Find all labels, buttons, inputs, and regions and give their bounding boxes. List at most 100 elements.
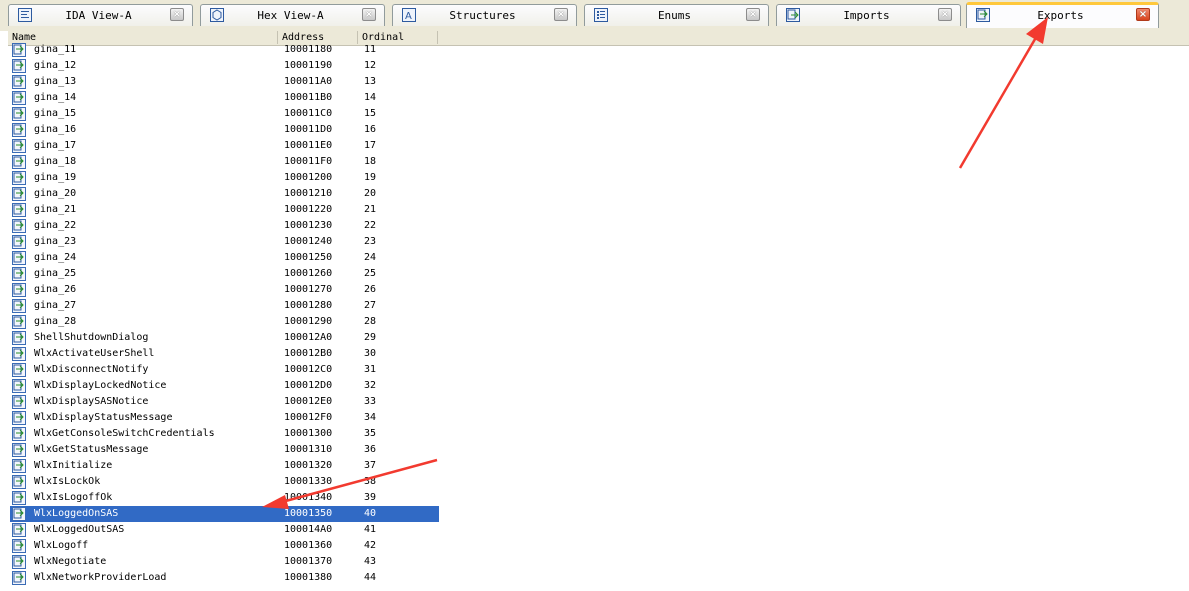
export-entry-icon — [12, 427, 26, 441]
table-row[interactable]: gina_12 10001190 12 — [10, 58, 439, 74]
export-name: WlxLogoff — [34, 540, 89, 551]
table-row[interactable]: gina_14 100011B0 14 — [10, 90, 439, 106]
export-entry-icon — [12, 539, 26, 553]
table-row[interactable]: gina_17 100011E0 17 — [10, 138, 439, 154]
close-icon[interactable]: × — [554, 8, 568, 21]
export-entry-icon — [12, 299, 26, 313]
export-address: 10001280 — [284, 300, 333, 311]
tab-imports[interactable]: Imports × — [776, 4, 961, 26]
table-row[interactable]: gina_21 10001220 21 — [10, 202, 439, 218]
table-row[interactable]: gina_28 10001290 28 — [10, 314, 439, 330]
table-row[interactable]: gina_22 10001230 22 — [10, 218, 439, 234]
table-row[interactable]: gina_25 10001260 25 — [10, 266, 439, 282]
export-ordinal: 33 — [364, 396, 377, 407]
close-icon[interactable]: × — [746, 8, 760, 21]
table-row[interactable]: WlxIsLogoffOk 10001340 39 — [10, 490, 439, 506]
export-entry-icon — [12, 411, 26, 425]
close-icon[interactable]: × — [362, 8, 376, 21]
export-ordinal: 24 — [364, 252, 377, 263]
close-icon[interactable]: × — [170, 8, 184, 21]
table-row-selected[interactable]: WlxLoggedOnSAS 10001350 40 — [10, 506, 439, 522]
export-ordinal: 21 — [364, 204, 377, 215]
export-name: WlxDisconnectNotify — [34, 364, 149, 375]
export-entry-icon — [12, 331, 26, 345]
export-address: 100011D0 — [284, 124, 333, 135]
export-ordinal: 13 — [364, 76, 377, 87]
export-address: 10001190 — [284, 60, 333, 71]
export-address: 10001380 — [284, 572, 333, 583]
export-entry-icon — [12, 347, 26, 361]
export-ordinal: 39 — [364, 492, 377, 503]
table-row[interactable]: gina_20 10001210 20 — [10, 186, 439, 202]
tab-exports[interactable]: Exports × — [966, 2, 1159, 28]
table-row[interactable]: WlxDisconnectNotify 100012C0 31 — [10, 362, 439, 378]
table-row[interactable]: gina_15 100011C0 15 — [10, 106, 439, 122]
table-row[interactable]: gina_27 10001280 27 — [10, 298, 439, 314]
export-name: gina_17 — [34, 140, 77, 151]
export-entry-icon — [12, 107, 26, 121]
table-row[interactable]: WlxNegotiate 10001370 43 — [10, 554, 439, 570]
close-icon[interactable]: × — [1136, 8, 1150, 21]
enums-icon — [594, 8, 608, 22]
export-entry-icon — [12, 283, 26, 297]
export-name: gina_11 — [34, 44, 77, 55]
table-row[interactable]: gina_24 10001250 24 — [10, 250, 439, 266]
export-name: gina_24 — [34, 252, 77, 263]
export-ordinal: 37 — [364, 460, 377, 471]
export-name: gina_13 — [34, 76, 77, 87]
table-row[interactable]: gina_11 10001180 11 — [10, 42, 439, 58]
table-row[interactable]: gina_26 10001270 26 — [10, 282, 439, 298]
close-icon[interactable]: × — [938, 8, 952, 21]
table-row[interactable]: WlxIsLockOk 10001330 38 — [10, 474, 439, 490]
export-name: WlxNetworkProviderLoad — [34, 572, 167, 583]
export-name: gina_20 — [34, 188, 77, 199]
export-ordinal: 29 — [364, 332, 377, 343]
export-ordinal: 20 — [364, 188, 377, 199]
export-address: 10001240 — [284, 236, 333, 247]
export-ordinal: 19 — [364, 172, 377, 183]
table-row[interactable]: WlxNetworkProviderLoad 10001380 44 — [10, 570, 439, 586]
export-ordinal: 44 — [364, 572, 377, 583]
table-row[interactable]: gina_19 10001200 19 — [10, 170, 439, 186]
table-row[interactable]: ShellShutdownDialog 100012A0 29 — [10, 330, 439, 346]
tab-bar: IDA View-A × Hex View-A × A Structures ×… — [0, 0, 1189, 32]
export-address: 10001270 — [284, 284, 333, 295]
table-row[interactable]: WlxLogoff 10001360 42 — [10, 538, 439, 554]
export-ordinal: 41 — [364, 524, 377, 535]
export-name: gina_22 — [34, 220, 77, 231]
export-entry-icon — [12, 571, 26, 585]
export-ordinal: 40 — [364, 508, 377, 519]
table-row[interactable]: WlxDisplayStatusMessage 100012F0 34 — [10, 410, 439, 426]
table-row[interactable]: gina_23 10001240 23 — [10, 234, 439, 250]
table-row[interactable]: WlxLoggedOutSAS 100014A0 41 — [10, 522, 439, 538]
tab-ida-view-a[interactable]: IDA View-A × — [8, 4, 193, 26]
table-row[interactable]: WlxActivateUserShell 100012B0 30 — [10, 346, 439, 362]
tab-enums[interactable]: Enums × — [584, 4, 769, 26]
table-row[interactable]: WlxGetConsoleSwitchCredentials 10001300 35 — [10, 426, 439, 442]
table-row[interactable]: WlxInitialize 10001320 37 — [10, 458, 439, 474]
table-row[interactable]: gina_16 100011D0 16 — [10, 122, 439, 138]
table-row[interactable]: gina_18 100011F0 18 — [10, 154, 439, 170]
export-address: 10001180 — [284, 44, 333, 55]
export-name: WlxDisplaySASNotice — [34, 396, 149, 407]
export-name: WlxInitialize — [34, 460, 113, 471]
export-ordinal: 42 — [364, 540, 377, 551]
tab-structures[interactable]: A Structures × — [392, 4, 577, 26]
export-address: 10001260 — [284, 268, 333, 279]
table-row[interactable]: WlxGetStatusMessage 10001310 36 — [10, 442, 439, 458]
table-row[interactable]: gina_13 100011A0 13 — [10, 74, 439, 90]
export-ordinal: 17 — [364, 140, 377, 151]
export-name: WlxActivateUserShell — [34, 348, 155, 359]
exports-list[interactable]: Name Address Ordinal gina_11 10001180 11 gi… — [0, 31, 1189, 591]
export-name: WlxNegotiate — [34, 556, 107, 567]
table-row[interactable]: WlxDisplaySASNotice 100012E0 33 — [10, 394, 439, 410]
tab-hex-view-a[interactable]: Hex View-A × — [200, 4, 385, 26]
export-ordinal: 28 — [364, 316, 377, 327]
export-name: gina_25 — [34, 268, 77, 279]
export-entry-icon — [12, 475, 26, 489]
export-ordinal: 31 — [364, 364, 377, 375]
tab-label: Hex View-A — [257, 9, 324, 22]
export-name: WlxDisplayStatusMessage — [34, 412, 173, 423]
table-row[interactable]: WlxDisplayLockedNotice 100012D0 32 — [10, 378, 439, 394]
export-name: WlxIsLockOk — [34, 476, 101, 487]
